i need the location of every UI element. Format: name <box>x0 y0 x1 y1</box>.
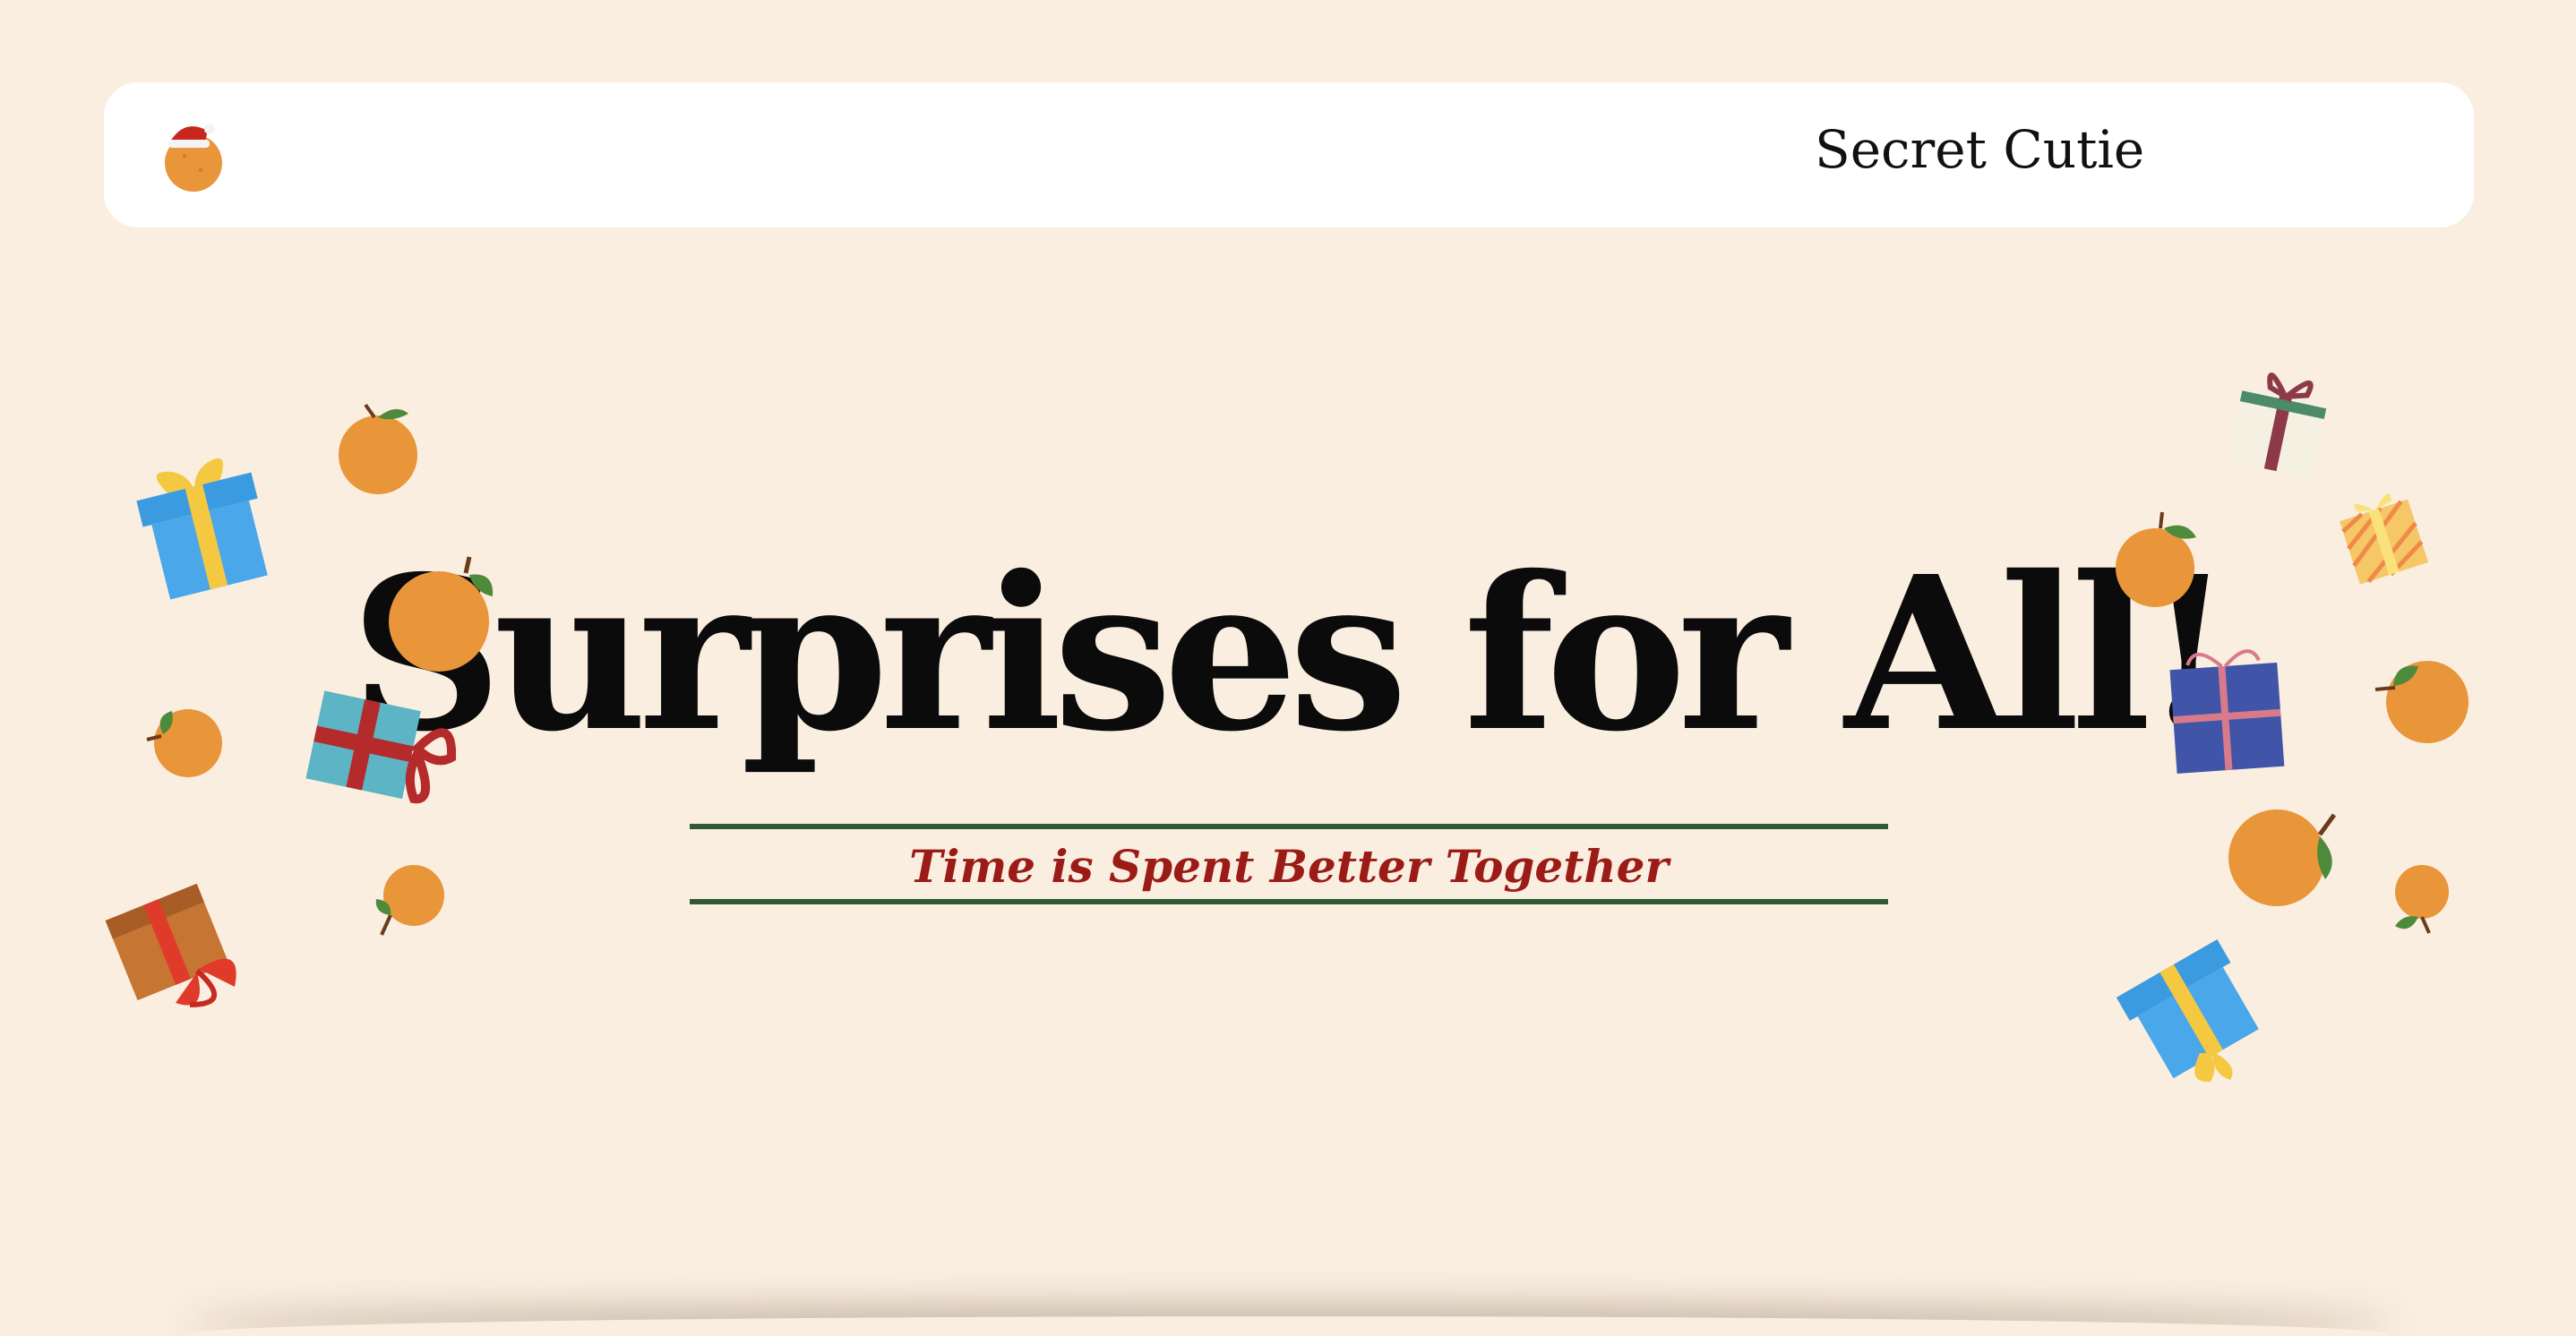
orange-icon <box>339 403 417 494</box>
orange-icon <box>2395 865 2449 934</box>
gift-icon <box>2169 649 2285 775</box>
orange-icon <box>2228 809 2337 906</box>
gift-icon <box>305 690 457 804</box>
orange-icon <box>389 556 494 672</box>
orange-icon <box>146 709 222 777</box>
hero-section: Surprises for All! Time is Spent Better … <box>0 0 2576 1336</box>
gift-icon <box>136 458 268 600</box>
gift-icon <box>2116 938 2259 1083</box>
divider-top <box>690 824 1888 829</box>
gift-icon <box>105 883 236 1007</box>
orange-icon <box>2374 661 2469 743</box>
orange-icon <box>2116 511 2196 607</box>
landing-page: Secret Cutie Surprises for All! Time is … <box>0 0 2576 1336</box>
hero-tagline: Time is Spent Better Together <box>909 840 1669 893</box>
orange-icon <box>375 865 444 936</box>
gift-icon <box>2227 373 2328 479</box>
gift-icon <box>2340 492 2429 584</box>
divider-bottom <box>690 899 1888 904</box>
